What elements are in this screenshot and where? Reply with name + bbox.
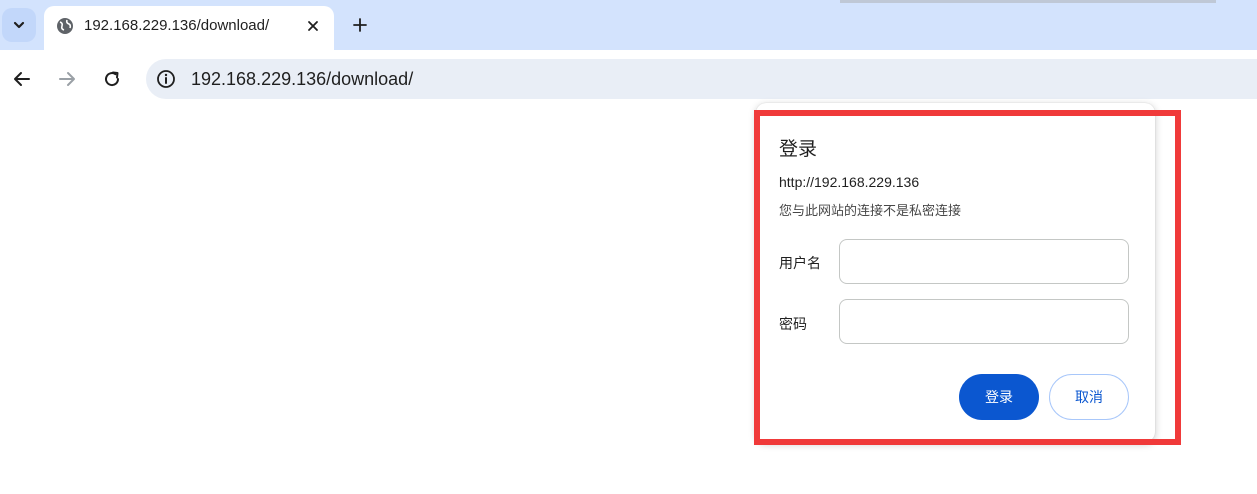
- window-edge: [840, 0, 1216, 3]
- tab-title: 192.168.229.136/download/: [84, 17, 270, 34]
- dialog-warning: 您与此网站的连接不是私密连接: [779, 203, 962, 218]
- login-button[interactable]: 登录: [959, 374, 1039, 420]
- password-label: 密码: [779, 316, 807, 332]
- close-icon: [308, 21, 318, 31]
- dialog-title: 登录: [779, 139, 818, 160]
- tab-search-button[interactable]: [2, 8, 36, 42]
- forward-button[interactable]: [52, 64, 82, 94]
- address-bar[interactable]: 192.168.229.136/download/: [146, 59, 1257, 99]
- username-input[interactable]: [839, 239, 1129, 284]
- url-text[interactable]: 192.168.229.136/download/: [191, 69, 413, 90]
- reload-icon: [105, 71, 120, 87]
- info-icon: [157, 70, 175, 88]
- new-tab-button[interactable]: [346, 11, 374, 39]
- username-label: 用户名: [779, 255, 821, 271]
- browser-toolbar: 192.168.229.136/download/: [0, 50, 1257, 108]
- reload-button[interactable]: [97, 64, 127, 94]
- dialog-origin: http://192.168.229.136: [779, 174, 920, 190]
- auth-dialog: 登录 http://192.168.229.136 您与此网站的连接不是私密连接…: [756, 103, 1155, 442]
- site-info-button[interactable]: [152, 65, 180, 93]
- cancel-button[interactable]: 取消: [1049, 374, 1129, 420]
- chevron-down-icon: [13, 21, 25, 29]
- tab-close-button[interactable]: [302, 15, 324, 37]
- arrow-left-icon: [14, 72, 30, 86]
- back-button[interactable]: [7, 64, 37, 94]
- password-input[interactable]: [839, 299, 1129, 344]
- arrow-right-icon: [59, 72, 75, 86]
- tab-strip: 192.168.229.136/download/: [0, 0, 1257, 50]
- globe-icon: [57, 18, 73, 34]
- browser-tab[interactable]: 192.168.229.136/download/: [44, 6, 334, 50]
- plus-icon: [353, 18, 367, 32]
